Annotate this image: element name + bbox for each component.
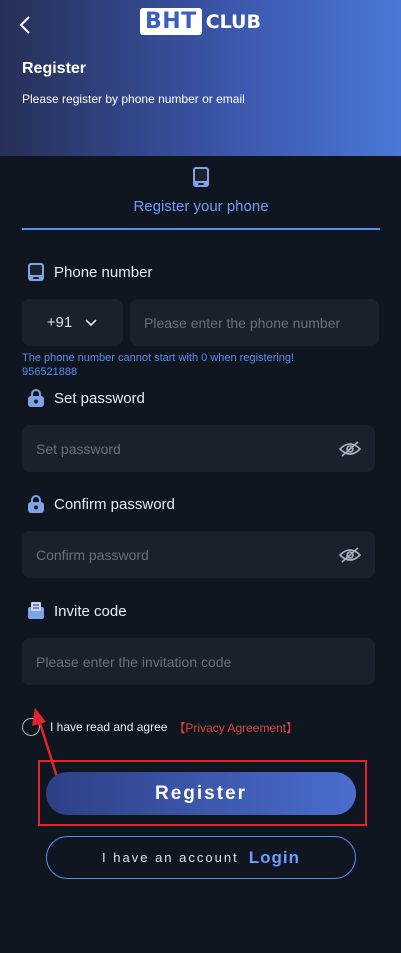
phone-hint-line2: 956521888 xyxy=(22,366,78,378)
password-input[interactable] xyxy=(22,440,339,457)
header: BHT CLUB Register Please register by pho… xyxy=(0,0,401,156)
confirm-input[interactable] xyxy=(22,546,339,563)
tab-label: Register your phone xyxy=(133,198,269,215)
phone-hint-line1: The phone number cannot start with 0 whe… xyxy=(22,352,295,364)
logo: BHT CLUB xyxy=(140,8,261,35)
phone-icon xyxy=(28,263,44,281)
login-action: Login xyxy=(248,847,300,867)
invite-label: Invite code xyxy=(26,601,127,621)
invite-icon xyxy=(28,602,44,619)
invite-input[interactable] xyxy=(22,653,375,670)
page-subtitle: Please register by phone number or email xyxy=(22,92,245,106)
login-button[interactable]: I have an account Login xyxy=(46,836,356,879)
phone-input-box xyxy=(130,299,379,346)
chevron-down-icon xyxy=(85,318,97,326)
tab-register-phone[interactable]: Register your phone xyxy=(22,160,380,230)
privacy-agreement-link[interactable]: 【Privacy Agreement】 xyxy=(173,719,298,736)
eye-off-icon[interactable] xyxy=(339,440,361,457)
phone-hint: The phone number cannot start with 0 whe… xyxy=(22,351,294,379)
confirm-input-box xyxy=(22,531,375,578)
logo-mark: BHT xyxy=(140,8,202,35)
password-label: Set password xyxy=(26,388,145,408)
phone-label: Phone number xyxy=(26,262,152,282)
register-button[interactable]: Register xyxy=(46,772,356,815)
chevron-left-icon[interactable] xyxy=(16,14,36,36)
phone-input[interactable] xyxy=(130,314,379,331)
invite-input-box xyxy=(22,638,375,685)
lock-icon xyxy=(28,389,44,407)
lock-icon xyxy=(28,495,44,513)
page-title: Register xyxy=(22,60,87,77)
country-code-value: +91 xyxy=(46,314,73,331)
confirm-label-text: Confirm password xyxy=(54,495,175,513)
country-code-select[interactable]: +91 xyxy=(22,299,123,346)
login-question: I have an account xyxy=(102,850,239,865)
confirm-label: Confirm password xyxy=(26,494,175,514)
logo-text: CLUB xyxy=(205,10,261,33)
password-label-text: Set password xyxy=(54,389,145,407)
invite-label-text: Invite code xyxy=(54,602,127,620)
eye-off-icon[interactable] xyxy=(339,546,361,563)
password-input-box xyxy=(22,425,375,472)
phone-label-text: Phone number xyxy=(54,263,153,281)
phone-icon xyxy=(193,167,209,187)
